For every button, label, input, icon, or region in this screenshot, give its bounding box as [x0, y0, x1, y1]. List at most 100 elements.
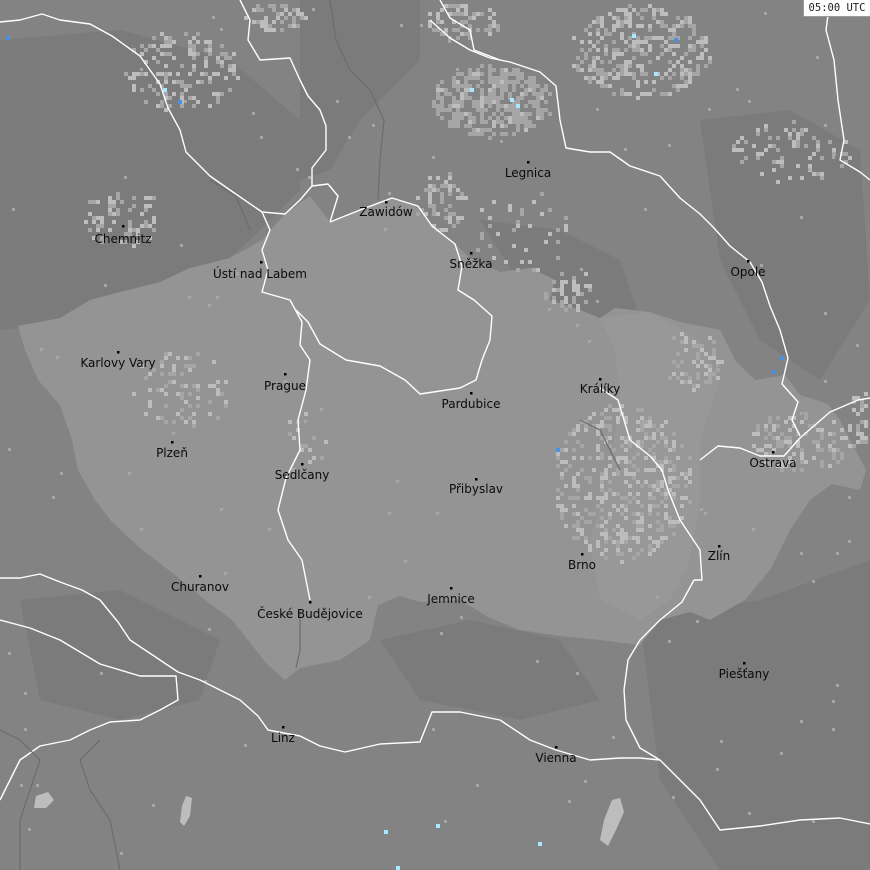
density-cell	[620, 512, 624, 516]
density-cell	[480, 100, 484, 104]
density-cell	[108, 204, 112, 208]
density-cell	[140, 88, 144, 92]
density-cell	[700, 36, 704, 40]
density-cell	[752, 144, 756, 148]
density-cell	[576, 488, 580, 492]
density-cell	[280, 20, 284, 24]
density-cell	[620, 8, 624, 12]
density-cell	[580, 516, 584, 520]
density-cell	[628, 92, 632, 96]
density-cell	[716, 360, 720, 364]
density-cell	[756, 424, 760, 428]
density-cell	[676, 376, 680, 380]
density-cell	[436, 20, 440, 24]
density-cell	[628, 24, 632, 28]
density-cell	[172, 56, 176, 60]
lightning-density-map[interactable]: ChemnitzÚstí nad LabemKarlovy VaryPrague…	[0, 0, 870, 870]
density-cell	[576, 68, 580, 72]
density-cell	[596, 432, 600, 436]
density-cell	[596, 48, 600, 52]
density-cell	[28, 828, 31, 831]
density-cell	[600, 412, 604, 416]
density-cell	[532, 88, 536, 92]
density-cell	[148, 388, 152, 392]
density-cell	[516, 120, 520, 124]
density-cell	[560, 304, 564, 308]
density-cell	[672, 28, 676, 32]
density-cell	[588, 548, 592, 552]
density-cell	[604, 416, 608, 420]
density-cell	[648, 36, 652, 40]
density-cell	[672, 44, 676, 48]
density-cell	[564, 216, 568, 220]
density-cell	[704, 372, 708, 376]
density-cell	[620, 536, 624, 540]
density-cell	[480, 96, 484, 100]
density-cell	[216, 388, 220, 392]
density-cell	[164, 80, 168, 84]
density-cell	[608, 428, 612, 432]
density-cell	[692, 24, 696, 28]
density-cell	[504, 80, 508, 84]
density-cell	[656, 56, 660, 60]
density-cell	[524, 128, 528, 132]
density-cell	[584, 76, 588, 80]
density-cell	[276, 12, 280, 16]
density-cell	[148, 204, 152, 208]
density-cell	[536, 108, 540, 112]
density-cell	[160, 32, 164, 36]
density-cell	[660, 432, 664, 436]
density-cell	[244, 744, 247, 747]
density-cell	[588, 68, 592, 72]
density-cell	[488, 136, 492, 140]
density-cell	[700, 40, 704, 44]
density-cell	[692, 360, 696, 364]
density-cell	[488, 88, 492, 92]
density-cell	[520, 84, 524, 88]
density-cell	[168, 72, 172, 76]
density-cell	[668, 48, 672, 52]
density-cell	[124, 72, 128, 76]
density-cell	[576, 64, 580, 68]
density-cell	[612, 92, 616, 96]
density-cell	[464, 112, 468, 116]
density-cell	[604, 476, 608, 480]
density-cell	[772, 168, 776, 172]
density-cell	[220, 44, 224, 48]
density-cell	[636, 96, 640, 100]
density-cell	[456, 100, 460, 104]
density-cell	[672, 468, 676, 472]
density-cell	[680, 332, 684, 336]
density-cell	[832, 728, 835, 731]
density-cell	[848, 444, 852, 448]
density-cell	[596, 20, 600, 24]
density-cell	[696, 40, 700, 44]
density-cell	[576, 472, 580, 476]
density-cell	[688, 16, 692, 20]
density-cell	[572, 504, 576, 508]
density-cell	[556, 456, 560, 460]
density-cell	[756, 132, 760, 136]
density-cell	[476, 68, 480, 72]
density-cell	[572, 496, 576, 500]
density-cell	[688, 76, 692, 80]
density-cell	[604, 84, 608, 88]
density-cell	[264, 16, 268, 20]
density-cell	[612, 28, 616, 32]
density-cell	[660, 44, 664, 48]
density-cell	[608, 480, 612, 484]
density-cell	[204, 72, 208, 76]
density-cell	[852, 396, 856, 400]
density-cell	[608, 464, 612, 468]
density-cell	[680, 444, 684, 448]
city-label: Opole	[730, 265, 765, 279]
density-cell	[560, 516, 564, 520]
density-cell	[840, 436, 844, 440]
density-cell	[648, 28, 652, 32]
density-cell	[488, 72, 492, 76]
density-cell	[668, 524, 672, 528]
density-cell	[576, 496, 580, 500]
timestamp-label: 05:00 UTC	[803, 0, 870, 17]
density-cell	[620, 540, 624, 544]
density-cell	[672, 372, 676, 376]
